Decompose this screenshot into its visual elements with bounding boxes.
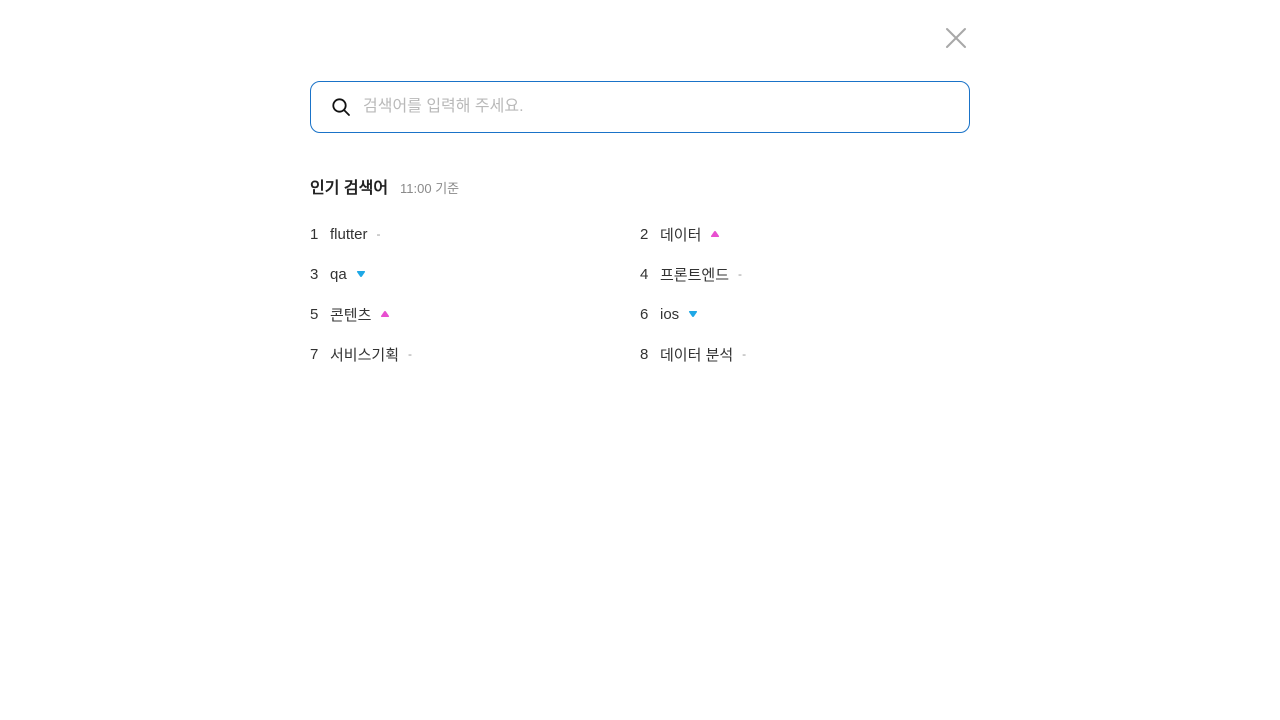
rank-number: 4 — [640, 265, 649, 283]
popular-search-item[interactable]: 1 flutter - — [310, 222, 381, 246]
rank-keyword: ios — [660, 305, 680, 323]
popular-searches-title: 인기 검색어 — [310, 180, 389, 197]
close-icon — [946, 28, 966, 48]
search-icon — [331, 97, 351, 117]
popular-search-item[interactable]: 2 데이터 — [640, 222, 720, 246]
trend-same-icon: - — [376, 227, 381, 241]
rank-number: 6 — [640, 305, 649, 323]
popular-search-item[interactable]: 5 콘텐츠 — [310, 302, 390, 326]
search-overlay: 인기 검색어 11:00 기준 1flutter-2데이터3qa4프론트엔드-5… — [0, 0, 1280, 720]
rank-keyword: 콘텐츠 — [330, 306, 372, 324]
rank-number: 7 — [310, 345, 319, 363]
trend-down-icon — [688, 310, 698, 318]
trend-same-icon: - — [408, 347, 413, 361]
rank-number: 3 — [310, 265, 319, 283]
search-box[interactable] — [310, 81, 970, 133]
trend-up-icon — [380, 310, 390, 318]
popular-search-item[interactable]: 7 서비스기획 - — [310, 342, 412, 366]
trend-up-icon — [710, 230, 720, 238]
popular-search-item[interactable]: 6 ios — [640, 302, 698, 326]
rank-keyword: qa — [330, 265, 347, 283]
close-button[interactable] — [944, 26, 968, 50]
popular-search-item[interactable]: 3 qa — [310, 262, 366, 286]
search-input[interactable] — [363, 82, 953, 132]
rank-keyword: 서비스기획 — [330, 346, 400, 364]
trend-same-icon: - — [742, 347, 747, 361]
popular-search-item[interactable]: 8 데이터 분석 - — [640, 342, 746, 366]
rank-keyword: 데이터 — [660, 226, 702, 244]
popular-searches-time: 11:00 기준 — [400, 181, 460, 196]
rank-keyword: 데이터 분석 — [660, 346, 734, 364]
trend-same-icon: - — [738, 267, 743, 281]
rank-keyword: flutter — [330, 225, 368, 243]
rank-number: 5 — [310, 305, 319, 323]
trend-down-icon — [356, 270, 366, 278]
rank-number: 1 — [310, 225, 319, 243]
popular-searches-header: 인기 검색어 11:00 기준 — [310, 174, 459, 198]
popular-search-item[interactable]: 4 프론트엔드 - — [640, 262, 742, 286]
rank-number: 8 — [640, 345, 649, 363]
rank-keyword: 프론트엔드 — [660, 266, 730, 284]
rank-number: 2 — [640, 225, 649, 243]
